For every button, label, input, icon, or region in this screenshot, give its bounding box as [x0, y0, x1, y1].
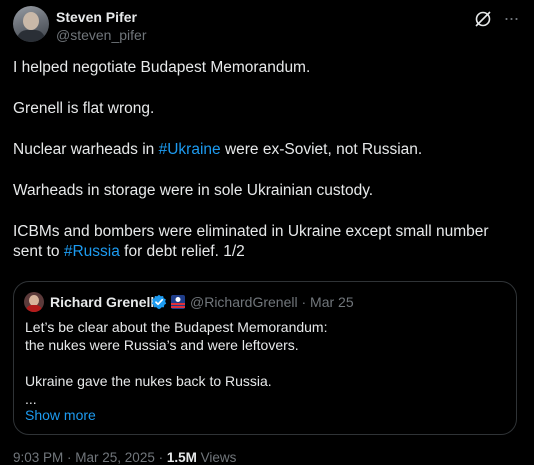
- quoted-author-avatar[interactable]: [24, 292, 44, 312]
- views-count[interactable]: 1.5M: [167, 450, 197, 465]
- tweet-paragraph: ICBMs and bombers were eliminated in Ukr…: [13, 222, 518, 262]
- tweet-paragraph: I helped negotiate Budapest Memorandum.: [13, 59, 311, 76]
- author-avatar[interactable]: [13, 6, 49, 42]
- tweet-paragraph: Warheads in storage were in sole Ukraini…: [13, 182, 374, 199]
- quoted-tweet-text: Let’s be clear about the Budapest Memora…: [25, 319, 328, 407]
- tweet-paragraph: Grenell is flat wrong.: [13, 100, 155, 117]
- quoted-tweet-meta: @RichardGrenell · Mar 25: [190, 294, 354, 310]
- verified-icon: [151, 294, 167, 309]
- quoted-tweet[interactable]: Richard Grenell @RichardGrenell · Mar 25…: [13, 281, 517, 435]
- tweet-text-segment: for debt relief. 1/2: [119, 243, 245, 260]
- hashtag-ukraine-link[interactable]: #Ukraine: [159, 141, 221, 158]
- more-icon[interactable]: ···: [500, 8, 522, 30]
- avatar-head: [23, 12, 39, 30]
- tweet-text: I helped negotiate Budapest Memorandum. …: [13, 58, 518, 262]
- flag-icon: [171, 295, 185, 309]
- tweet-footer: 9:03 PM · Mar 25, 2025 · 1.5M Views: [13, 450, 237, 465]
- show-more-link[interactable]: Show more: [25, 407, 96, 423]
- tweet-time[interactable]: 9:03 PM: [13, 450, 63, 465]
- hashtag-russia-link[interactable]: #Russia: [64, 243, 120, 260]
- author-name[interactable]: Steven Pifer: [56, 9, 137, 25]
- quoted-author-handle[interactable]: @RichardGrenell: [190, 294, 298, 310]
- tweet-text-segment: were ex-Soviet, not Russian.: [220, 141, 423, 158]
- quoted-author-name[interactable]: Richard Grenell: [50, 294, 154, 310]
- tweet-date[interactable]: Mar 25, 2025: [75, 450, 155, 465]
- tweet-paragraph: Nuclear warheads in #Ukraine were ex-Sov…: [13, 140, 518, 160]
- grok-icon[interactable]: [474, 10, 492, 28]
- quoted-tweet-date[interactable]: Mar 25: [310, 294, 354, 310]
- views-label: Views: [196, 450, 237, 465]
- author-handle[interactable]: @steven_pifer: [56, 27, 146, 43]
- tweet-text-segment: Nuclear warheads in: [13, 141, 159, 158]
- avatar-body: [17, 30, 45, 42]
